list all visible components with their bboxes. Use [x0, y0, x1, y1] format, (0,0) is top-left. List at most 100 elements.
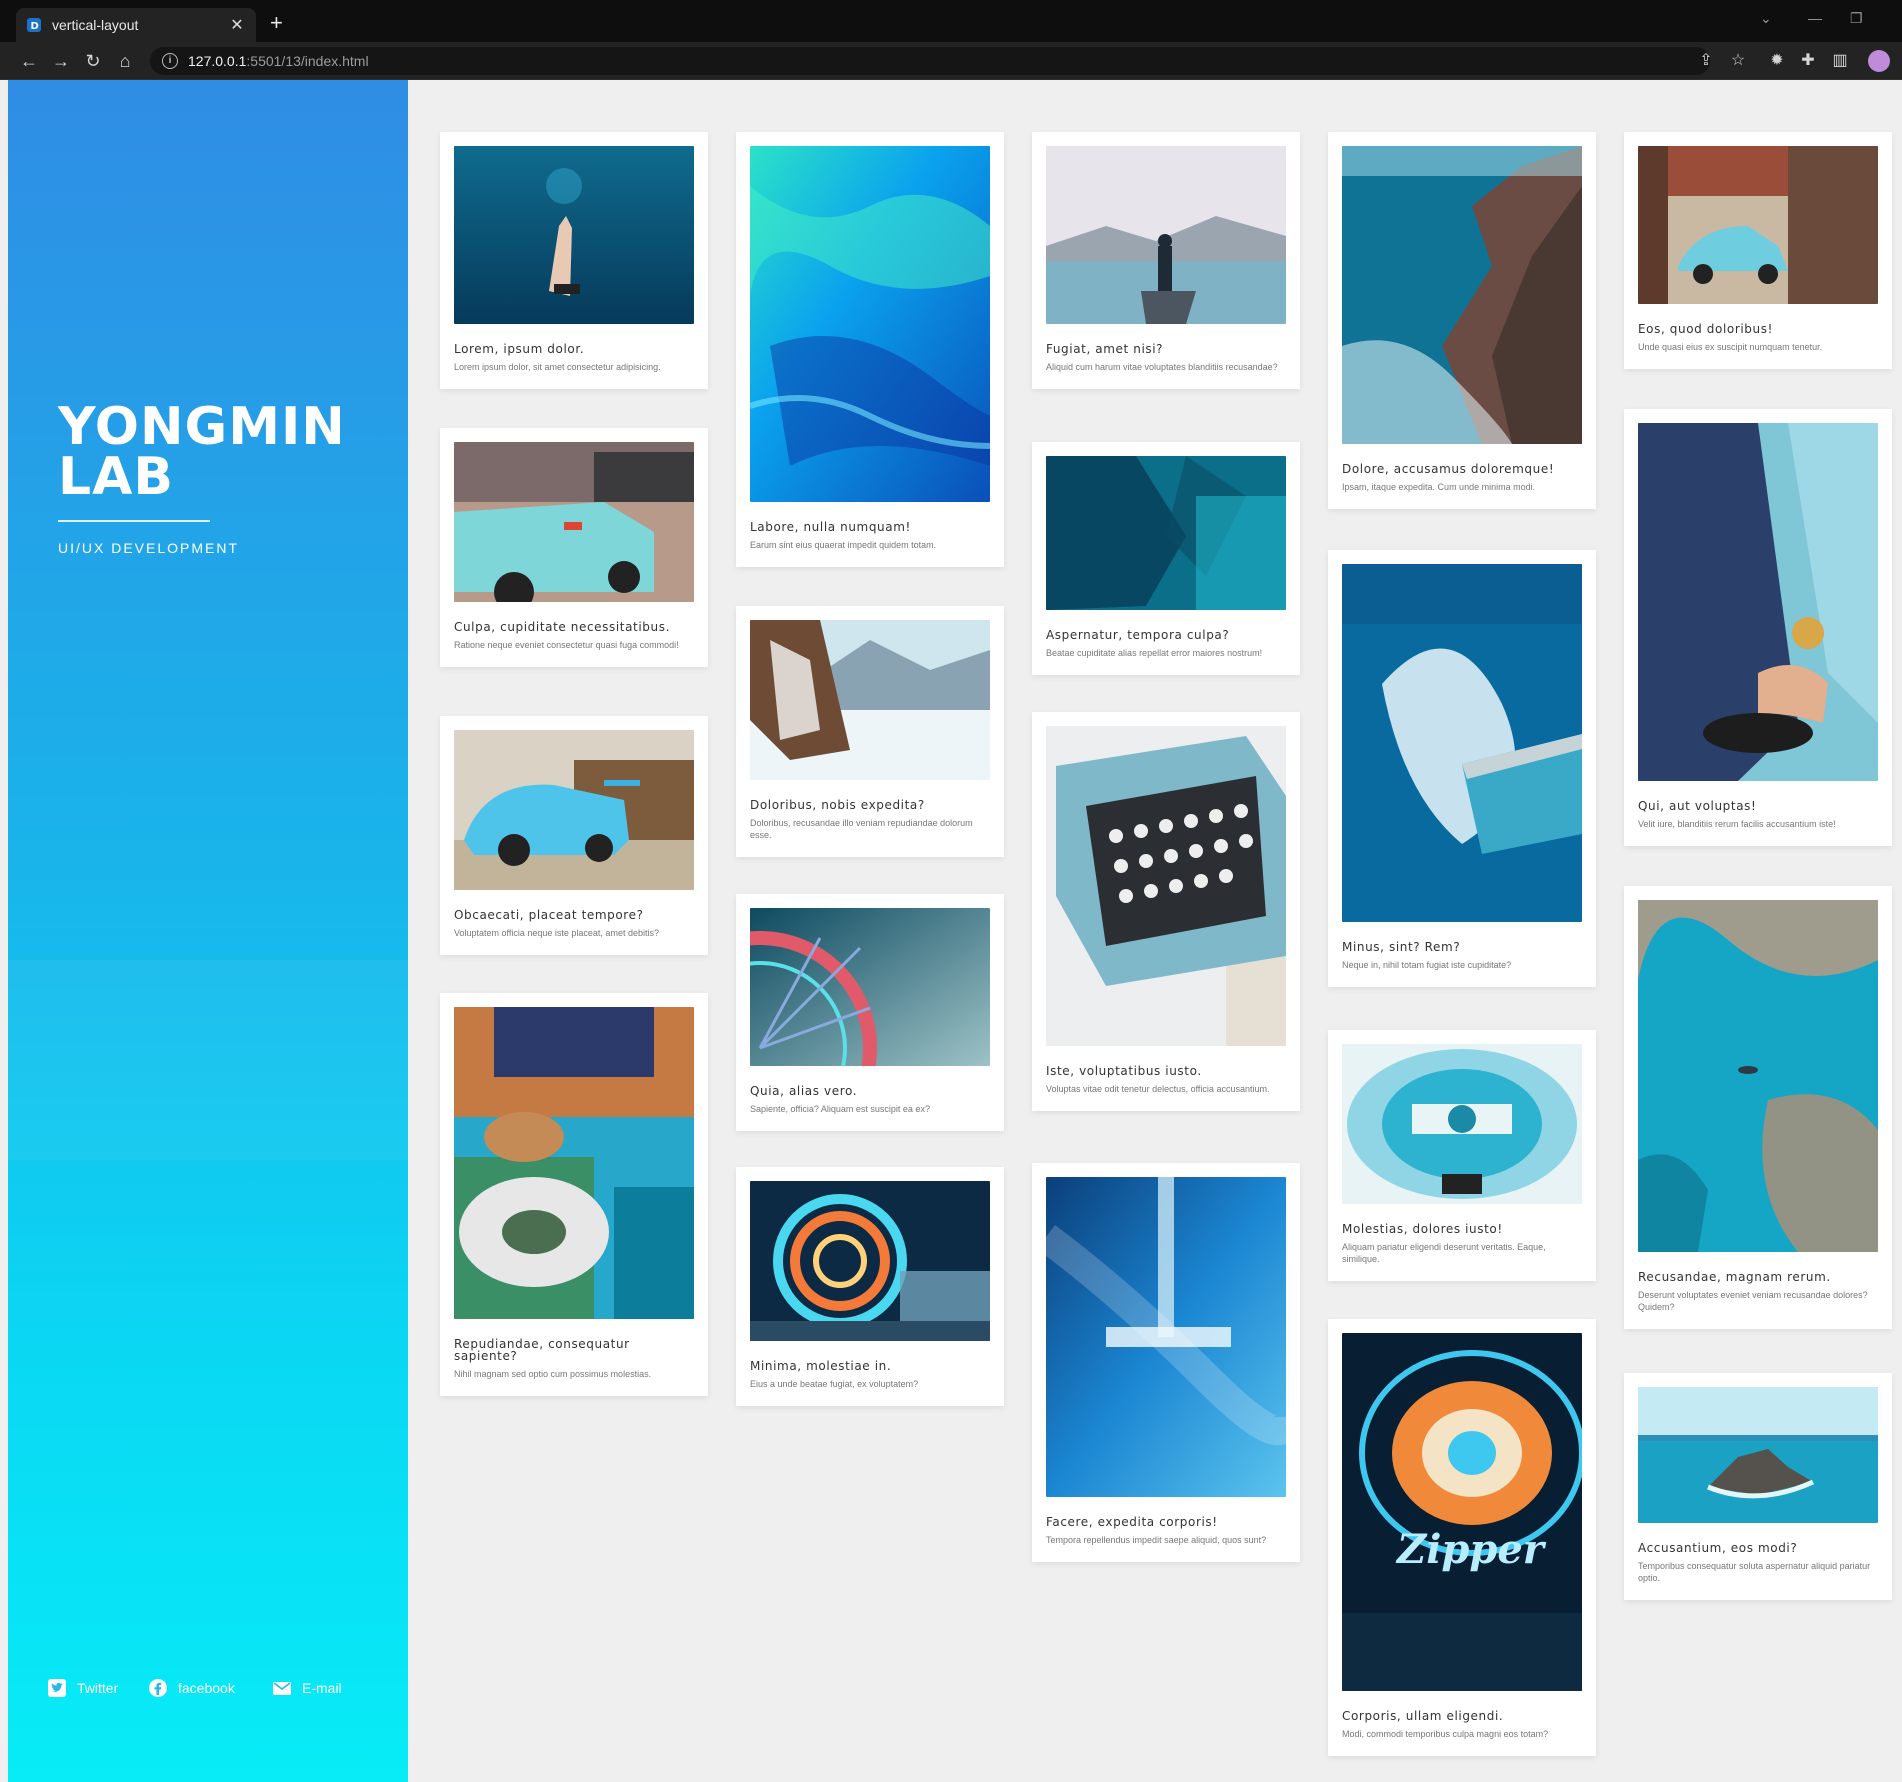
facebook-link[interactable]: facebook [148, 1678, 235, 1698]
photo-card[interactable]: Dolore, accusamus doloremque! Ipsam, ita… [1328, 132, 1596, 509]
card-description: Beatae cupiditate alias repellat error m… [1046, 648, 1263, 658]
share-icon[interactable]: ⇪ [1696, 51, 1716, 71]
forward-icon[interactable]: → [50, 50, 72, 72]
card-title: Qui, aut voluptas! [1638, 799, 1757, 813]
card-title: Obcaecati, placeat tempore? [454, 908, 644, 922]
card-description: Aliquid cum harum vitae voluptates bland… [1046, 362, 1278, 372]
photo-card[interactable]: Accusantium, eos modi? Temporibus conseq… [1624, 1373, 1892, 1600]
card-title: Repudiandae, consequatur sapiente? [454, 1337, 630, 1363]
photo-card[interactable]: Recusandae, magnam rerum. Deserunt volup… [1624, 886, 1892, 1329]
card-image [750, 620, 990, 780]
card-title: Iste, voluptatibus iusto. [1046, 1064, 1202, 1078]
home-icon[interactable]: ⌂ [114, 50, 136, 72]
card-image [1638, 423, 1878, 781]
card-image [454, 146, 694, 324]
minimize-icon[interactable]: — [1808, 10, 1822, 26]
card-description: Neque in, nihil totam fugiat iste cupidi… [1342, 960, 1512, 970]
site-logo[interactable]: YONGMIN LAB [58, 397, 346, 507]
email-link[interactable]: E-mail [272, 1678, 342, 1698]
card-description: Unde quasi eius ex suscipit numquam tene… [1638, 342, 1823, 352]
back-icon[interactable]: ← [18, 50, 40, 72]
card-image [750, 1181, 990, 1341]
logo-divider [58, 520, 210, 522]
card-image [643, 908, 990, 1165]
restore-icon[interactable]: ❐ [1850, 10, 1863, 27]
card-description: Voluptas vitae odit tenetur delectus, of… [1046, 1084, 1270, 1094]
facebook-label: facebook [178, 1680, 235, 1696]
photo-card[interactable]: Minima, molestiae in. Eius a unde beatae… [736, 1167, 1004, 1406]
twitter-link[interactable]: Twitter [47, 1678, 118, 1698]
photo-card[interactable]: Culpa, cupiditate necessitatibus. Ration… [440, 428, 708, 667]
card-description: Temporibus consequatur soluta aspernatur… [1638, 1561, 1871, 1583]
card-image [1046, 726, 1286, 1046]
photo-card[interactable]: Fugiat, amet nisi? Aliquid cum harum vit… [1032, 132, 1300, 389]
card-image [749, 146, 994, 502]
card-image [1342, 1044, 1582, 1204]
side-panel-icon[interactable]: ▥ [1830, 51, 1850, 71]
card-title: Quia, alias vero. [750, 1084, 858, 1098]
card-description: Doloribus, recusandae illo veniam repudi… [750, 818, 973, 840]
photo-card[interactable]: Doloribus, nobis expedita? Doloribus, re… [736, 606, 1004, 857]
photo-card[interactable]: Facere, expedita corporis! Tempora repel… [1032, 1163, 1301, 1562]
card-image [454, 442, 694, 612]
card-image [1638, 900, 1878, 1252]
card-description: Sapiente, officia? Aliquam est suscipit … [750, 1104, 930, 1114]
card-image [1342, 564, 1582, 922]
card-image: Zipper [1342, 1333, 1585, 1691]
url-host: 127.0.0.1 [188, 53, 247, 69]
photo-card[interactable]: Eos, quod doloribus! Unde quasi eius ex … [1624, 132, 1892, 369]
extensions-puzzle-icon[interactable]: ✚ [1798, 51, 1818, 71]
browser-toolbar: ← → ↻ ⌂ i 127.0.0.1:5501/13/index.html ⇪… [0, 42, 1902, 80]
browser-tab[interactable]: D vertical-layout ✕ [16, 8, 256, 42]
card-description: Modi, commodi temporibus culpa magni eos… [1342, 1729, 1549, 1739]
reload-icon[interactable]: ↻ [82, 50, 104, 72]
tab-close-icon[interactable]: ✕ [228, 15, 246, 35]
card-title: Fugiat, amet nisi? [1046, 342, 1164, 356]
vscode-favicon-icon: D [27, 18, 41, 32]
tab-search-icon[interactable]: ⌄ [1760, 10, 1772, 27]
address-bar[interactable]: i 127.0.0.1:5501/13/index.html [150, 47, 1710, 75]
card-title: Molestias, dolores iusto! [1342, 1222, 1503, 1236]
card-title: Corporis, ullam eligendi. [1342, 1709, 1504, 1723]
card-image [454, 730, 694, 890]
card-description: Velit iure, blanditiis rerum facilis acc… [1638, 819, 1836, 829]
site-info-icon[interactable]: i [162, 53, 178, 69]
logo-line1: YONGMIN [58, 397, 346, 457]
card-image [1046, 456, 1286, 610]
card-description: Tempora repellendus impedit saepe aliqui… [1046, 1535, 1267, 1545]
card-title: Labore, nulla numquam! [750, 520, 911, 534]
photo-card[interactable]: Repudiandae, consequatur sapiente? Nihil… [440, 993, 708, 1396]
sidebar: YONGMIN LAB UI/UX DEVELOPMENT Twitter fa… [8, 80, 408, 1782]
profile-avatar[interactable] [1868, 50, 1890, 72]
photo-card[interactable]: Iste, voluptatibus iusto. Voluptas vitae… [1032, 712, 1300, 1111]
card-title: Aspernatur, tempora culpa? [1046, 628, 1230, 642]
email-label: E-mail [302, 1680, 342, 1696]
tagline: UI/UX DEVELOPMENT [58, 540, 240, 556]
photo-card[interactable]: Qui, aut voluptas! Velit iure, blanditii… [1624, 409, 1892, 846]
photo-card[interactable]: Molestias, dolores iusto! Aliquam pariat… [1328, 1030, 1596, 1281]
photo-card[interactable]: Labore, nulla numquam! Earum sint eius q… [736, 132, 1004, 567]
twitter-icon [48, 1679, 66, 1697]
card-image [1036, 1177, 1301, 1497]
card-description: Eius a unde beatae fugiat, ex voluptatem… [750, 1379, 919, 1389]
facebook-icon [149, 1679, 167, 1697]
url-path: :5501/13/index.html [246, 53, 369, 69]
bookmark-star-icon[interactable]: ☆ [1728, 51, 1748, 71]
photo-card[interactable]: Minus, sint? Rem? Neque in, nihil totam … [1328, 550, 1596, 987]
svg-text:Zipper: Zipper [1395, 1526, 1547, 1573]
photo-card[interactable]: Zipper Corporis, ullam eligendi. Modi, c… [1328, 1319, 1596, 1756]
card-description: Aliquam pariatur eligendi deserunt verit… [1342, 1242, 1546, 1264]
photo-card[interactable]: Aspernatur, tempora culpa? Beatae cupidi… [1032, 442, 1300, 675]
mail-icon [273, 1682, 291, 1695]
card-title: Culpa, cupiditate necessitatibus. [454, 620, 670, 634]
extension-gear-icon[interactable]: ✹ [1767, 51, 1787, 71]
photo-card[interactable]: Quia, alias vero. Sapiente, officia? Ali… [643, 894, 1004, 1165]
photo-card[interactable]: Obcaecati, placeat tempore? Voluptatem o… [440, 716, 708, 955]
card-title: Doloribus, nobis expedita? [750, 798, 925, 812]
photo-card[interactable]: Lorem, ipsum dolor. Lorem ipsum dolor, s… [440, 132, 708, 389]
tab-title: vertical-layout [52, 17, 139, 33]
logo-line2: LAB [58, 447, 175, 507]
page: YONGMIN LAB UI/UX DEVELOPMENT Twitter fa… [8, 80, 1902, 1782]
card-image [1638, 146, 1878, 304]
new-tab-icon[interactable]: + [270, 12, 283, 34]
